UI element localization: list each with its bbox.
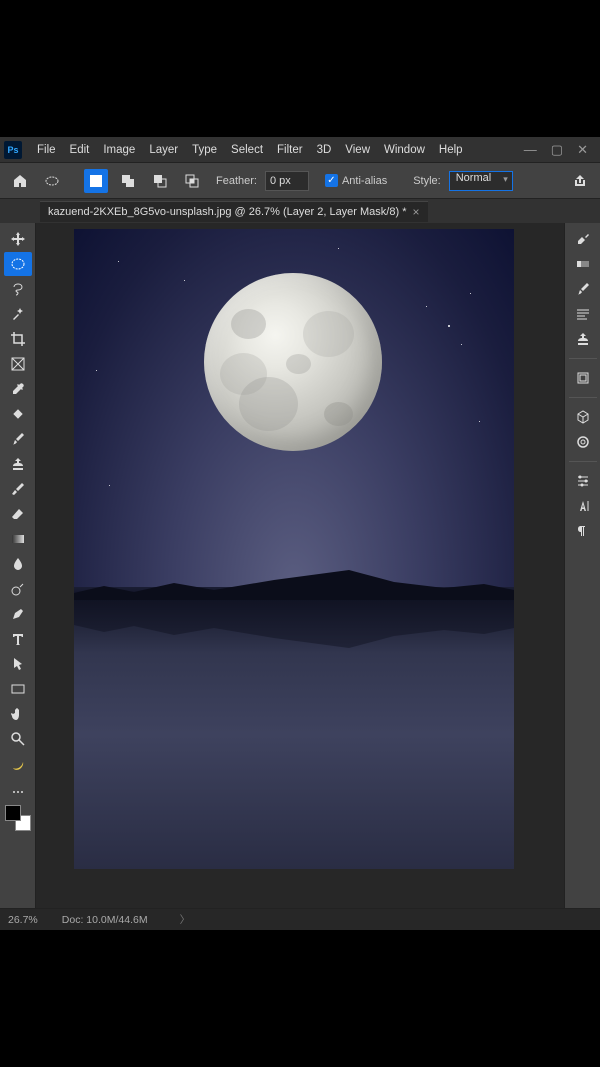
close-button[interactable]: ✕ — [577, 142, 588, 158]
menu-filter[interactable]: Filter — [270, 140, 310, 160]
workspace — [0, 223, 600, 908]
menu-layer[interactable]: Layer — [142, 140, 185, 160]
check-icon: ✓ — [325, 174, 338, 187]
gradient-tool[interactable] — [4, 527, 32, 551]
feather-label: Feather: — [216, 175, 257, 187]
menu-select[interactable]: Select — [224, 140, 270, 160]
menu-help[interactable]: Help — [432, 140, 470, 160]
selection-add-button[interactable] — [116, 169, 140, 193]
paragraph-styles-icon[interactable] — [569, 519, 597, 543]
minimize-button[interactable]: — — [524, 142, 537, 158]
healing-brush-tool[interactable] — [4, 402, 32, 426]
menu-edit[interactable]: Edit — [63, 140, 97, 160]
status-bar: 26.7% Doc: 10.0M/44.6M 〉 — [0, 908, 600, 930]
menu-bar: Ps File Edit Image Layer Type Select Fil… — [0, 137, 600, 163]
menu-window[interactable]: Window — [377, 140, 432, 160]
edit-toolbar-button[interactable] — [4, 784, 32, 800]
zoom-tool[interactable] — [4, 727, 32, 751]
antialias-label: Anti-alias — [342, 175, 387, 187]
eraser-tool[interactable] — [4, 502, 32, 526]
marquee-preset-icon[interactable] — [40, 169, 64, 193]
menu-image[interactable]: Image — [96, 140, 142, 160]
color-icon[interactable] — [569, 252, 597, 276]
style-select[interactable]: Normal — [449, 171, 513, 191]
crop-tool[interactable] — [4, 327, 32, 351]
antialias-checkbox[interactable]: ✓ Anti-alias — [325, 174, 387, 187]
tab-close-button[interactable]: × — [412, 205, 419, 219]
libraries-icon[interactable] — [569, 366, 597, 390]
right-panel-icons — [564, 223, 600, 908]
menu-view[interactable]: View — [338, 140, 377, 160]
move-tool[interactable] — [4, 227, 32, 251]
properties-icon[interactable] — [569, 227, 597, 251]
lasso-tool[interactable] — [4, 277, 32, 301]
path-selection-tool[interactable] — [4, 652, 32, 676]
window-controls: — ▢ ✕ — [524, 142, 596, 158]
frame-tool[interactable] — [4, 352, 32, 376]
photoshop-window: Ps File Edit Image Layer Type Select Fil… — [0, 137, 600, 930]
clone-stamp-tool[interactable] — [4, 452, 32, 476]
home-button[interactable] — [8, 169, 32, 193]
character-icon[interactable] — [569, 494, 597, 518]
paragraph-icon[interactable] — [569, 302, 597, 326]
selection-subtract-button[interactable] — [148, 169, 172, 193]
zoom-level[interactable]: 26.7% — [8, 914, 38, 926]
share-button[interactable] — [568, 169, 592, 193]
eyedropper-tool[interactable] — [4, 377, 32, 401]
moon-composite — [204, 273, 382, 451]
type-tool[interactable] — [4, 627, 32, 651]
cloud-icon[interactable] — [569, 430, 597, 454]
menu-3d[interactable]: 3D — [310, 140, 339, 160]
canvas-area[interactable] — [36, 223, 564, 908]
blur-tool[interactable] — [4, 552, 32, 576]
document-canvas[interactable] — [74, 229, 514, 869]
adjustments-icon[interactable] — [569, 469, 597, 493]
maximize-button[interactable]: ▢ — [551, 142, 563, 158]
history-brush-tool[interactable] — [4, 477, 32, 501]
elliptical-marquee-tool[interactable] — [4, 252, 32, 276]
3d-icon[interactable] — [569, 405, 597, 429]
document-tab-title: kazuend-2KXEb_8G5vo-unsplash.jpg @ 26.7%… — [48, 206, 406, 218]
document-tab-bar: kazuend-2KXEb_8G5vo-unsplash.jpg @ 26.7%… — [0, 199, 600, 223]
options-bar: Feather: ✓ Anti-alias Style: Normal — [0, 163, 600, 199]
menu-type[interactable]: Type — [185, 140, 224, 160]
document-tab[interactable]: kazuend-2KXEb_8G5vo-unsplash.jpg @ 26.7%… — [40, 201, 428, 222]
doc-info[interactable]: Doc: 10.0M/44.6M — [62, 914, 148, 926]
feather-input[interactable] — [265, 171, 309, 191]
hand-tool[interactable] — [4, 702, 32, 726]
rectangle-tool[interactable] — [4, 677, 32, 701]
color-swatches[interactable] — [5, 805, 31, 831]
style-label: Style: — [413, 175, 441, 187]
swatches-icon[interactable] — [569, 277, 597, 301]
stamp-icon[interactable] — [569, 327, 597, 351]
magic-wand-tool[interactable] — [4, 302, 32, 326]
pen-tool[interactable] — [4, 602, 32, 626]
left-toolbar — [0, 223, 36, 908]
foreground-color-swatch[interactable] — [5, 805, 21, 821]
menu-file[interactable]: File — [30, 140, 63, 160]
dodge-tool[interactable] — [4, 577, 32, 601]
banana-tool[interactable] — [4, 752, 32, 776]
photoshop-logo-icon: Ps — [4, 141, 22, 159]
selection-intersect-button[interactable] — [180, 169, 204, 193]
selection-new-button[interactable] — [84, 169, 108, 193]
status-chevron-icon[interactable]: 〉 — [180, 912, 191, 927]
brush-tool[interactable] — [4, 427, 32, 451]
